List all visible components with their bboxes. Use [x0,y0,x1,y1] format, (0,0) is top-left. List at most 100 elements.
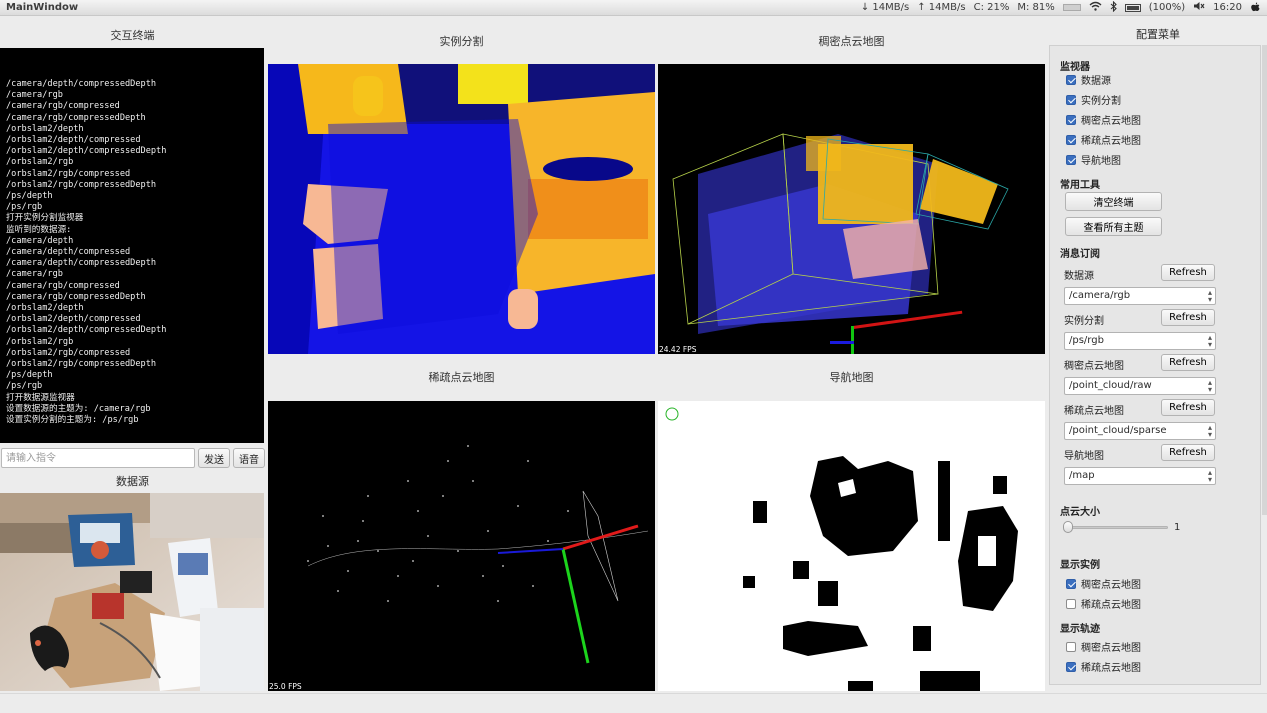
command-row: 发送 语音 [0,448,265,469]
refresh-sparse-button[interactable]: Refresh [1161,399,1215,416]
config-scrollbar[interactable] [1262,45,1267,515]
checkbox-checked-icon[interactable] [1066,578,1076,589]
interactive-terminal[interactable]: /camera/depth/compressedDepth/camera/rgb… [0,48,264,443]
status-bar [0,693,1267,713]
terminal-line: 打开数据源监视器 [6,392,75,403]
sparse-topic-select[interactable]: /point_cloud/sparse ▴ ▾ [1064,422,1216,440]
dense-pointcloud-view[interactable]: 24.42 FPS [658,64,1045,354]
checkbox-checked-icon[interactable] [1066,154,1076,165]
terminal-line: /orbslam2/rgb/compressedDepth [6,179,157,190]
checkbox-unchecked-icon[interactable] [1066,641,1076,652]
terminal-line: /orbslam2/rgb [6,157,74,168]
terminal-line: /camera/rgb/compressedDepth [6,112,146,123]
clock[interactable]: 16:20 [1213,2,1242,13]
view-topics-button[interactable]: 查看所有主题 [1065,217,1162,236]
refresh-source-button[interactable]: Refresh [1161,264,1215,281]
terminal-line: /ps/depth [6,370,53,381]
terminal-line: /orbslam2/depth [6,303,84,314]
spinner-arrows-icon: ▴ ▾ [1207,288,1212,304]
mem-graph-icon [1062,4,1081,11]
voice-button[interactable]: 语音 [233,448,265,468]
monitor-sparse-checkbox[interactable]: 稀疏点云地图 [1066,132,1141,147]
trajectory-dense-checkbox[interactable]: 稠密点云地图 [1066,639,1141,654]
sparse-pointcloud-view[interactable]: 25.0 FPS [268,401,655,691]
terminal-line: /orbslam2/depth/compressedDepth [6,146,167,157]
checkbox-checked-icon[interactable] [1066,661,1076,672]
nav-map-title: 导航地图 [829,371,874,384]
clear-terminal-button[interactable]: 清空终端 [1065,192,1162,211]
monitor-dense-checkbox[interactable]: 稠密点云地图 [1066,112,1141,127]
terminal-line: 设置数据源的主题为: /camera/rgb [6,403,151,414]
dense-topic-select[interactable]: /point_cloud/raw ▴ ▾ [1064,377,1216,395]
terminal-line: /orbslam2/depth/compressed [6,135,141,146]
sub-dense-label: 稠密点云地图 [1064,361,1124,372]
terminal-line: /camera/rgb [6,90,63,101]
bluetooth-icon[interactable] [1110,0,1117,15]
source-topic-select[interactable]: /camera/rgb ▴ ▾ [1064,287,1216,305]
terminal-line: /orbslam2/depth/compressed [6,314,141,325]
left-column: 交互终端 /camera/depth/compressedDepth/camer… [0,16,265,693]
segmentation-view [268,64,655,354]
terminal-line: /camera/depth/compressed [6,247,131,258]
instance-group-label: 显示实例 [1060,560,1100,571]
pointsize-value: 1 [1174,522,1181,533]
checkbox-checked-icon[interactable] [1066,134,1076,145]
refresh-seg-button[interactable]: Refresh [1161,309,1215,326]
dense-map-title: 稠密点云地图 [818,35,885,48]
checkbox-unchecked-icon[interactable] [1066,598,1076,609]
refresh-dense-button[interactable]: Refresh [1161,354,1215,371]
pointsize-slider-track[interactable] [1066,526,1168,529]
volume-icon[interactable] [1193,1,1205,14]
sub-source-label: 数据源 [1064,271,1094,282]
monitor-group-label: 监视器 [1060,62,1090,73]
seg-topic-select[interactable]: /ps/rgb ▴ ▾ [1064,332,1216,350]
checkbox-checked-icon[interactable] [1066,114,1076,125]
source-title: 数据源 [116,475,149,488]
pointsize-group-label: 点云大小 [1060,507,1100,518]
dense-fps-label: 24.42 FPS [659,345,697,354]
net-down-indicator: ↓ 14MB/s [860,2,910,13]
instance-dense-checkbox[interactable]: 稠密点云地图 [1066,576,1141,591]
trajectory-group-label: 显示轨迹 [1060,624,1100,635]
spinner-arrows-icon: ▴ ▾ [1207,423,1212,439]
spinner-arrows-icon: ▴ ▾ [1207,468,1212,484]
terminal-line: /camera/depth/compressedDepth [6,258,157,269]
wifi-icon[interactable] [1089,1,1102,14]
window-title: MainWindow [6,2,79,13]
nav-topic-select[interactable]: /map ▴ ▾ [1064,467,1216,485]
monitor-nav-checkbox[interactable]: 导航地图 [1066,152,1121,167]
trajectory-sparse-checkbox[interactable]: 稀疏点云地图 [1066,659,1141,674]
terminal-line: /camera/rgb [6,269,63,280]
terminal-line: /camera/depth [6,235,74,246]
pointsize-slider-handle[interactable] [1063,521,1073,533]
checkbox-checked-icon[interactable] [1066,74,1076,85]
spinner-arrows-icon: ▴ ▾ [1207,378,1212,394]
navigation-map-view[interactable] [658,401,1045,691]
terminal-line: /orbslam2/rgb/compressed [6,168,131,179]
cpu-indicator: C: 21% [973,2,1010,13]
terminal-line: 监听到的数据源: [6,224,72,235]
terminal-title: 交互终端 [110,29,155,42]
terminal-line: /orbslam2/rgb [6,336,74,347]
terminal-line: /orbslam2/depth/compressedDepth [6,325,167,336]
indicator-area: ↓ 14MB/s ↑ 14MB/s C: 21% M: 81% (100%) 1… [860,0,1261,15]
sub-sparse-label: 稀疏点云地图 [1064,406,1124,417]
command-input[interactable] [1,448,195,468]
monitor-source-checkbox[interactable]: 数据源 [1066,72,1111,87]
terminal-line: /ps/depth [6,191,53,202]
terminal-line: /orbslam2/rgb/compressed [6,347,131,358]
config-panel: 监视器 数据源 实例分割 稠密点云地图 稀疏点云地图 导航地图 常用工具 清空终… [1049,45,1261,685]
monitor-segmentation-checkbox[interactable]: 实例分割 [1066,92,1121,107]
instance-sparse-checkbox[interactable]: 稀疏点云地图 [1066,596,1141,611]
terminal-line: /camera/rgb/compressed [6,280,120,291]
tools-group-label: 常用工具 [1060,180,1100,191]
checkbox-checked-icon[interactable] [1066,94,1076,105]
settings-gear-icon[interactable] [1250,1,1261,15]
net-up-indicator: ↑ 14MB/s [917,2,966,13]
battery-icon[interactable] [1124,3,1141,12]
system-top-bar: MainWindow ↓ 14MB/s ↑ 14MB/s C: 21% M: 8… [0,0,1267,16]
terminal-line: /ps/rgb [6,381,43,392]
send-button[interactable]: 发送 [198,448,230,468]
terminal-line: /orbslam2/rgb/compressedDepth [6,359,157,370]
refresh-nav-button[interactable]: Refresh [1161,444,1215,461]
